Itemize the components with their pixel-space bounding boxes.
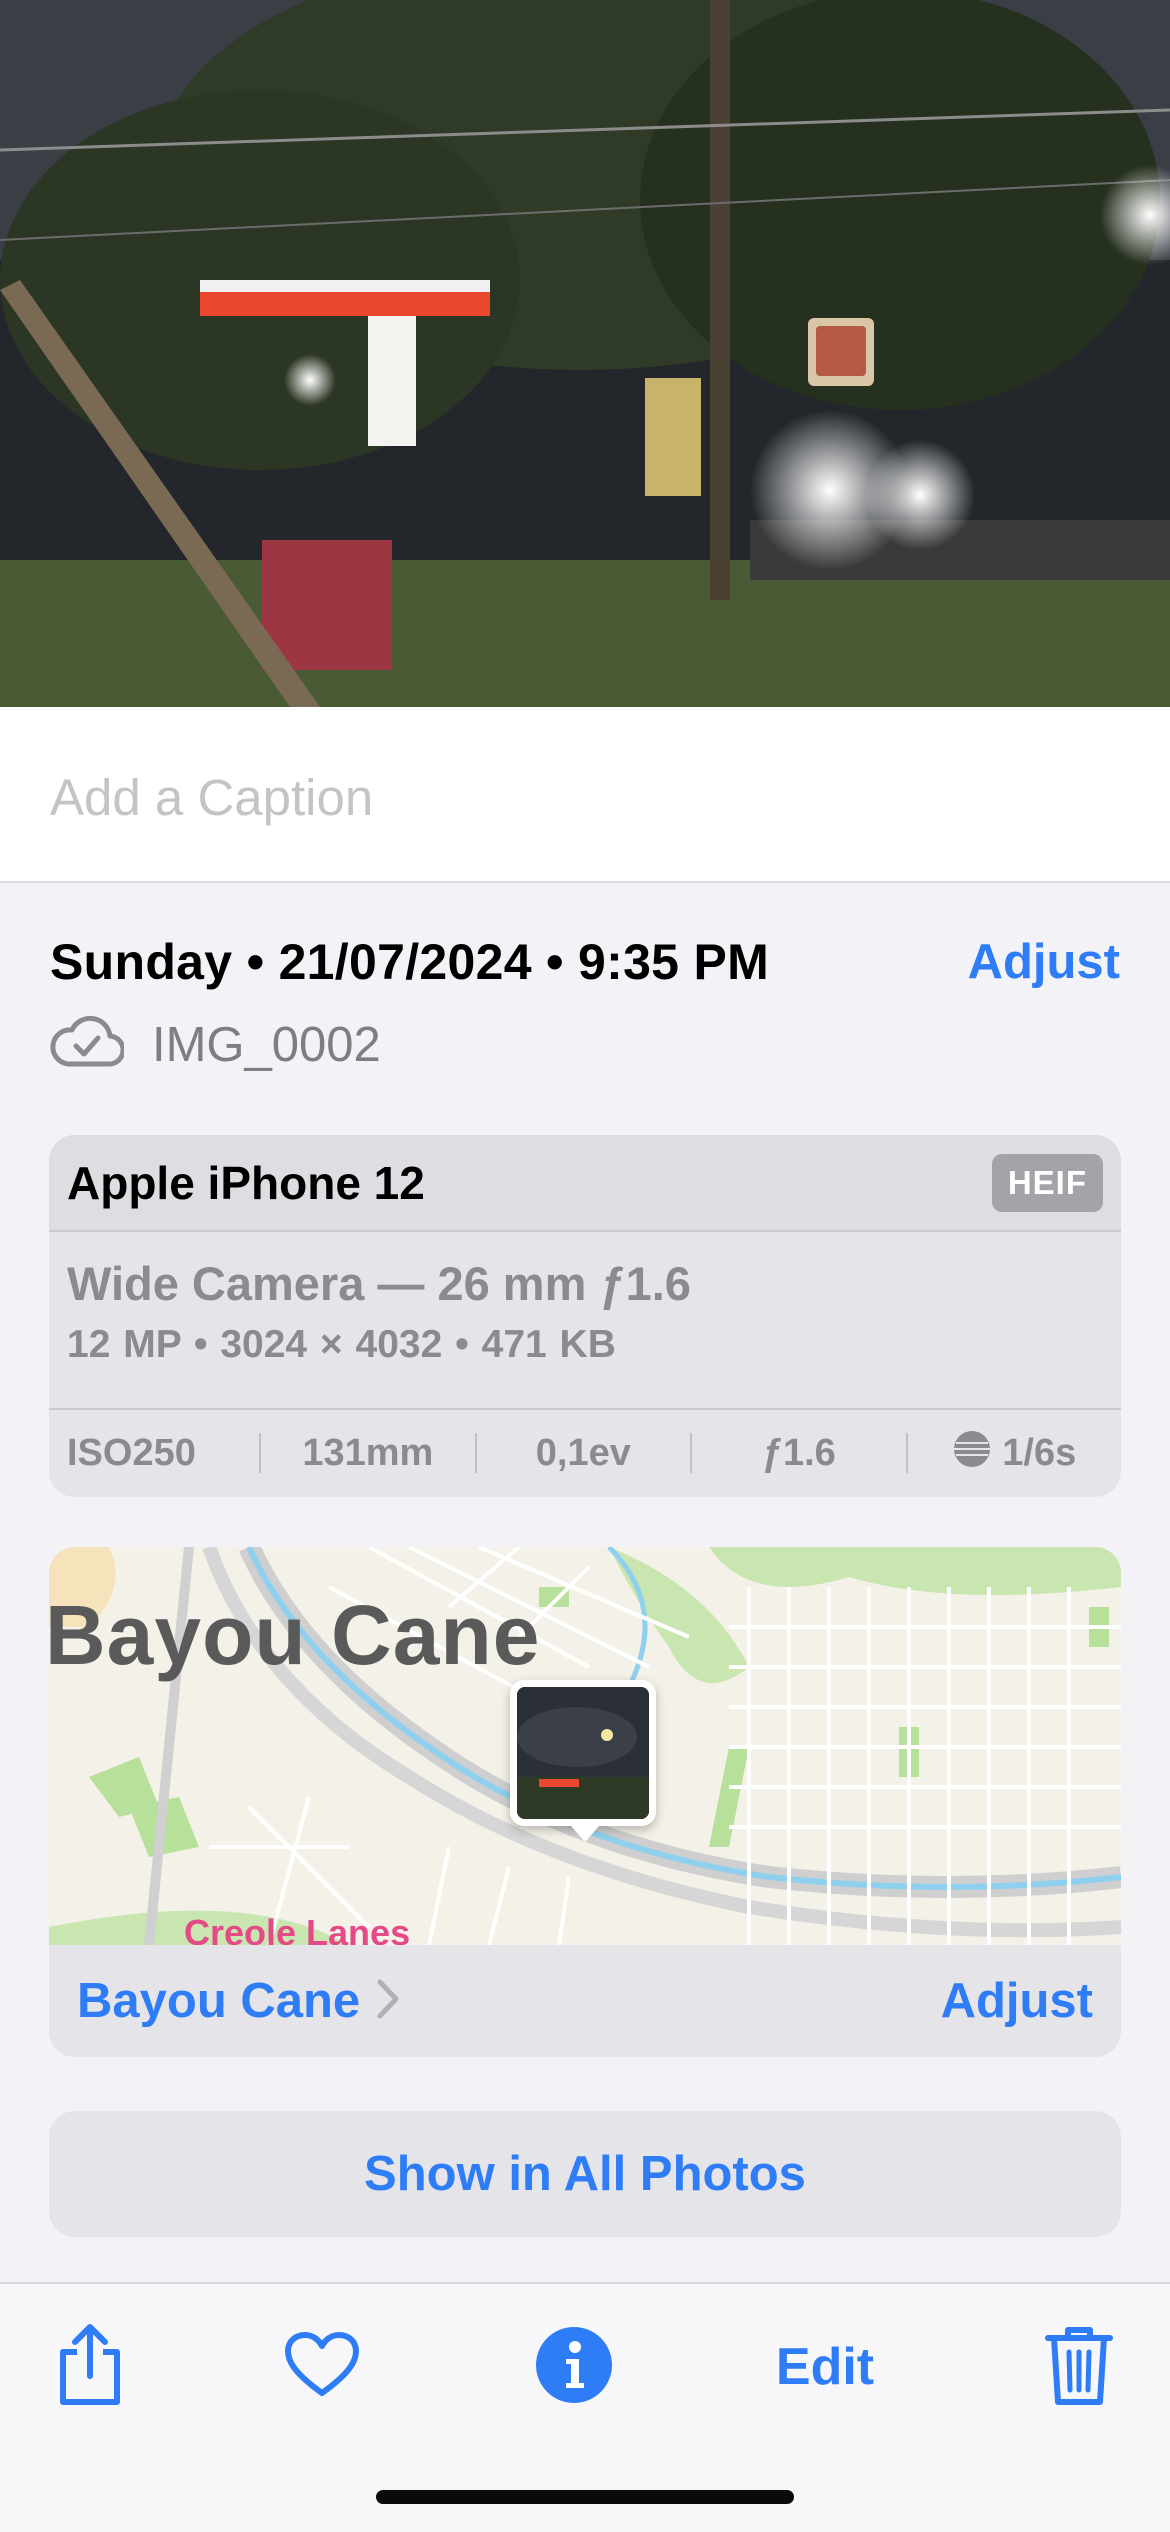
place-name: Bayou Cane [77,1974,361,2028]
adjust-date-button[interactable]: Adjust [968,934,1120,990]
caption-area [0,707,1170,883]
home-indicator[interactable] [376,2490,794,2504]
delete-button[interactable] [1042,2322,1116,2412]
map-photo-pin[interactable] [510,1680,656,1826]
date-row: Sunday • 21/07/2024 • 9:35 PM Adjust [50,933,1120,991]
info-icon [534,2325,614,2410]
show-in-all-photos-label: Show in All Photos [364,2147,806,2201]
exif-aperture: ƒ1.6 [692,1432,908,1473]
share-icon [55,2322,125,2413]
image-specs: 12 MP • 3024 × 4032 • 471 KB [67,1323,616,1366]
photo-preview[interactable] [0,0,1170,707]
map-poi-label: Creole Lanes [184,1912,411,1945]
heart-icon [284,2331,360,2404]
map-pin-pointer [571,1826,599,1842]
format-badge: HEIF [991,1153,1103,1212]
trash-icon [1044,2324,1114,2411]
map-photo-thumbnail [517,1687,649,1819]
exif-focal-length: 131mm [261,1432,477,1473]
lens-info: Wide Camera — 26 mm ƒ1.6 [67,1257,691,1310]
share-button[interactable] [50,2322,130,2412]
location-map[interactable]: Bayou Cane Creole Lanes [49,1547,1121,1945]
edit-button[interactable]: Edit [770,2322,880,2412]
date-time-label: Sunday • 21/07/2024 • 9:35 PM [50,934,770,990]
location-card: Bayou Cane Creole Lanes Bayou Cane Adjus… [49,1547,1121,2057]
camera-info-card: Apple iPhone 12 HEIF Wide Camera — 26 mm… [49,1135,1121,1497]
location-footer: Bayou Cane Adjust [49,1945,1121,2057]
place-link[interactable]: Bayou Cane [77,1973,400,2029]
file-row: IMG_0002 [50,1015,381,1073]
exif-exposure-value: 0,1ev [477,1432,693,1473]
map-area-label: Bayou Cane [49,1588,541,1682]
chevron-right-icon [376,1978,400,2025]
shutter-speed: 1/6s [1002,1431,1077,1474]
favorite-button[interactable] [282,2322,362,2412]
edit-label: Edit [775,2338,875,2396]
camera-body: Wide Camera — 26 mm ƒ1.6 12 MP • 3024 × … [49,1232,1121,1410]
caption-input[interactable] [50,757,1120,837]
icloud-icon [50,1015,126,1073]
file-name: IMG_0002 [152,1017,381,1072]
exif-shutter: 1/6s [908,1429,1121,1477]
show-in-all-photos-button[interactable]: Show in All Photos [49,2111,1121,2237]
device-name: Apple iPhone 12 [67,1156,425,1209]
adjust-location-button[interactable]: Adjust [941,1973,1093,2029]
camera-header: Apple iPhone 12 HEIF [49,1135,1121,1232]
exif-iso: ISO250 [49,1432,262,1473]
photo-image [0,0,1170,707]
exif-row: ISO250 131mm 0,1ev ƒ1.6 1/6s [49,1410,1121,1495]
info-button[interactable] [533,2322,615,2412]
shutter-icon [952,1429,992,1477]
